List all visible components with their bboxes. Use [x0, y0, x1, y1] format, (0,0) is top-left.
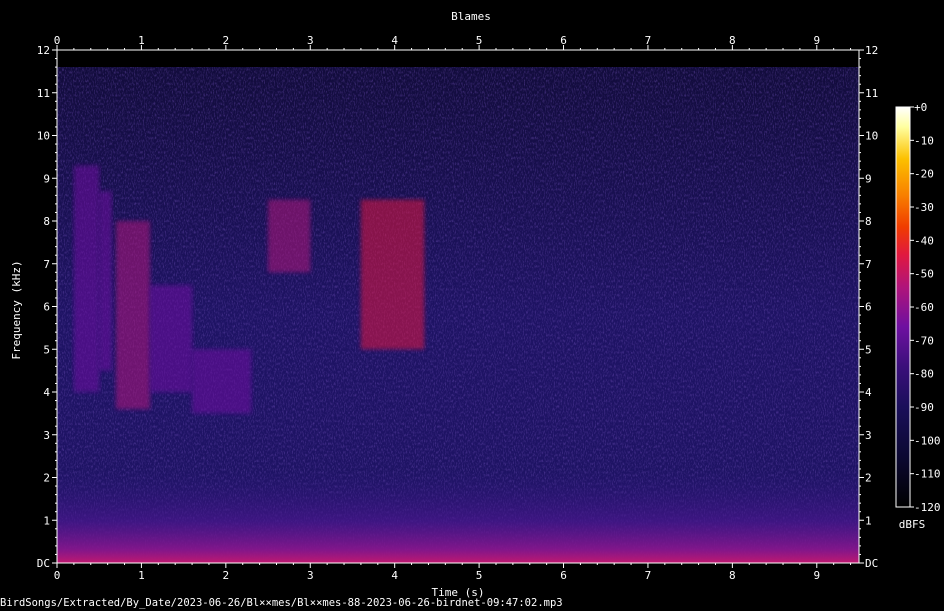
y-tick-label: 11: [37, 87, 50, 100]
colorbar-ticks: +0 -10 -20 -30 -40 -50 -60 -70 -80 -90 -100 -110 -12…: [910, 101, 941, 514]
colorbar-label: dBFS: [899, 518, 926, 531]
x-tick-label-top: 3: [307, 34, 314, 47]
low-frequency-band: [57, 470, 859, 563]
call-region: [73, 165, 100, 392]
y-tick-label-right: 7: [865, 258, 872, 271]
y-tick-label: 9: [43, 172, 50, 185]
colorbar-tick-label: -20: [914, 168, 934, 181]
y-tick-label-right: 11: [865, 87, 878, 100]
x-tick-label: 9: [813, 569, 820, 582]
y-tick-label: 3: [43, 429, 50, 442]
call-region: [116, 221, 150, 410]
x-tick-label: 6: [560, 569, 567, 582]
chart-title: Blames: [451, 10, 491, 23]
colorbar-tick-label: -120: [914, 501, 941, 514]
y-tick-label-right: 10: [865, 130, 878, 143]
y-tick-label: 5: [43, 343, 50, 356]
x-tick-label-top: 0: [54, 34, 61, 47]
x-tick-label-top: 6: [560, 34, 567, 47]
y-tick-label-right: 1: [865, 514, 872, 527]
x-tick-label: 5: [476, 569, 483, 582]
y-tick-label: 2: [43, 472, 50, 485]
x-tick-label-top: 7: [645, 34, 652, 47]
colorbar-tick-label: -90: [914, 401, 934, 414]
colorbar-tick-label: -80: [914, 368, 934, 381]
colorbar-tick-label: -70: [914, 334, 934, 347]
x-tick-label-top: 4: [391, 34, 398, 47]
y-tick-label-right: 2: [865, 472, 872, 485]
colorbar-tick-label: -110: [914, 468, 941, 481]
y-tick-label: 12: [37, 44, 50, 57]
y-tick-label: 10: [37, 130, 50, 143]
y-tick-label: DC: [37, 557, 50, 570]
y-tick-label-right: 6: [865, 301, 872, 314]
y-tick-label-right: 9: [865, 172, 872, 185]
y-tick-label-right: 5: [865, 343, 872, 356]
colorbar-tick-label: -30: [914, 201, 934, 214]
colorbar-tick-label: -10: [914, 134, 934, 147]
colorbar-tick-label: -40: [914, 234, 934, 247]
x-tick-label: 4: [391, 569, 398, 582]
y-tick-label: 6: [43, 301, 50, 314]
file-path: BirdSongs/Extracted/By_Date/2023-06-26/B…: [0, 597, 563, 609]
colorbar-tick-label: -60: [914, 301, 934, 314]
y-tick-label-right: DC: [865, 557, 878, 570]
call-region: [360, 199, 425, 350]
x-tick-label-top: 5: [476, 34, 483, 47]
spectrogram-chart: 00112233445566778899 DC DC1 12 23 34 45 56 67 78…: [10, 10, 941, 599]
x-tick-label-top: 9: [813, 34, 820, 47]
colorbar-tick-label: +0: [914, 101, 927, 114]
y-tick-label: 1: [43, 514, 50, 527]
colorbar: [896, 107, 910, 507]
x-tick-label-top: 2: [223, 34, 230, 47]
y-axis-label: Frequency (kHz): [10, 260, 23, 359]
y-tick-label-right: 4: [865, 386, 872, 399]
x-tick-label: 1: [138, 569, 145, 582]
colorbar-tick-label: -100: [914, 434, 941, 447]
x-tick-label: 0: [54, 569, 61, 582]
y-tick-label: 4: [43, 386, 50, 399]
call-region: [99, 191, 112, 371]
x-tick-label: 7: [645, 569, 652, 582]
x-tick-label: 2: [223, 569, 230, 582]
colorbar-tick-label: -50: [914, 268, 934, 281]
x-tick-label: 3: [307, 569, 314, 582]
call-region: [192, 349, 252, 414]
y-tick-label-right: 3: [865, 429, 872, 442]
x-tick-label-top: 8: [729, 34, 736, 47]
x-tick-label-top: 1: [138, 34, 145, 47]
y-tick-label: 7: [43, 258, 50, 271]
y-tick-label-right: 8: [865, 215, 872, 228]
call-region: [268, 199, 311, 273]
call-region: [149, 285, 193, 392]
y-tick-label-right: 12: [865, 44, 878, 57]
y-tick-label: 8: [43, 215, 50, 228]
x-tick-label: 8: [729, 569, 736, 582]
